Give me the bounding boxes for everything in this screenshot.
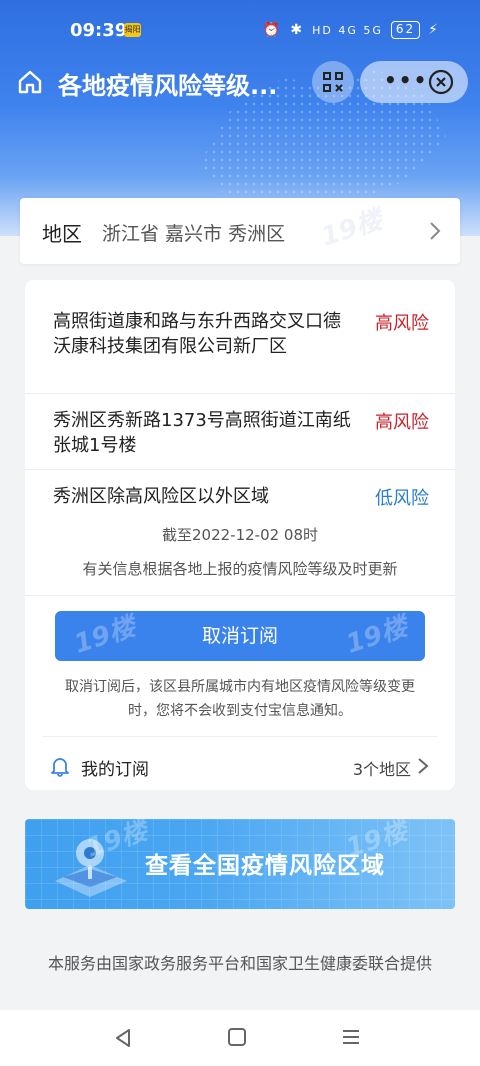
battery-indicator: 62 [390, 21, 421, 39]
region-selector[interactable]: 地区 浙江省 嘉兴市 秀洲区 19楼 [20, 198, 460, 264]
qr-scan-icon [323, 72, 343, 92]
close-icon[interactable] [428, 69, 454, 95]
unsubscribe-note: 取消订阅后，该区县所属城市内有地区疫情风险等级变更时，您将不会收到支付宝信息通知… [65, 679, 415, 719]
back-icon[interactable] [113, 1027, 133, 1049]
risk-level: 低风险 [375, 488, 429, 509]
risk-level: 高风险 [375, 412, 429, 433]
recent-apps-icon[interactable] [342, 1028, 360, 1046]
risk-level: 高风险 [375, 313, 429, 334]
mini-app-capsule: ••• [360, 61, 468, 103]
risk-row: 高照街道康和路与东升西路交叉口德沃康科技集团有限公司新厂区 高风险 [25, 280, 455, 394]
risk-address: 高照街道康和路与东升西路交叉口德沃康科技集团有限公司新厂区 [53, 311, 341, 357]
system-nav-bar [0, 1010, 480, 1066]
clock: 09:39 [70, 20, 128, 41]
my-subscription-row[interactable]: 我的订阅 3个地区 [25, 740, 455, 790]
charging-icon: ⚡ [428, 22, 440, 38]
divider [43, 736, 437, 737]
region-label: 地区 [42, 222, 82, 246]
app-badge: 揭阳 [124, 23, 141, 37]
bluetooth-icon: ✱ [290, 22, 305, 38]
home-nav-icon[interactable] [228, 1028, 246, 1046]
national-risk-banner[interactable]: 查看全国疫情风险区域 19楼 19楼 [25, 819, 455, 909]
alarm-icon: ⏰ [262, 22, 283, 38]
divider [25, 595, 455, 596]
title-bar: 各地疫情风险等级... ••• [0, 56, 480, 108]
more-icon[interactable]: ••• [384, 68, 428, 92]
update-note: 有关信息根据各地上报的疫情风险等级及时更新 [82, 560, 398, 578]
status-bar: 09:39 揭阳 ⏰ ✱ HD 4G 5G 62 ⚡ [0, 0, 480, 52]
home-icon[interactable] [16, 68, 44, 96]
footer-note: 本服务由国家政务服务平台和国家卫生健康委联合提供 [47, 954, 432, 973]
chevron-right-icon [418, 758, 429, 774]
watermark: 19楼 [317, 205, 387, 253]
subscription-label: 我的订阅 [81, 760, 149, 780]
page-title: 各地疫情风险等级... [58, 72, 278, 100]
chevron-right-icon [430, 222, 441, 240]
system-indicators: ⏰ ✱ HD 4G 5G 62 ⚡ [263, 21, 440, 39]
subscription-count: 3个地区 [352, 760, 411, 779]
risk-row: 秀洲区除高风险区以外区域 低风险 [25, 470, 455, 518]
bell-icon [51, 758, 69, 777]
risk-address: 秀洲区秀新路1373号高照街道江南纸张城1号楼 [53, 410, 351, 456]
qr-scan-button[interactable] [312, 61, 354, 103]
network-indicator: HD 4G 5G [312, 23, 383, 37]
as-of-time: 截至2022-12-02 08时 [161, 526, 319, 544]
risk-list-card: 高照街道康和路与东升西路交叉口德沃康科技集团有限公司新厂区 高风险 秀洲区秀新路… [25, 280, 455, 790]
region-value: 浙江省 嘉兴市 秀洲区 [102, 223, 286, 245]
risk-row: 秀洲区秀新路1373号高照街道江南纸张城1号楼 高风险 [25, 394, 455, 470]
risk-address: 秀洲区除高风险区以外区域 [53, 486, 269, 507]
